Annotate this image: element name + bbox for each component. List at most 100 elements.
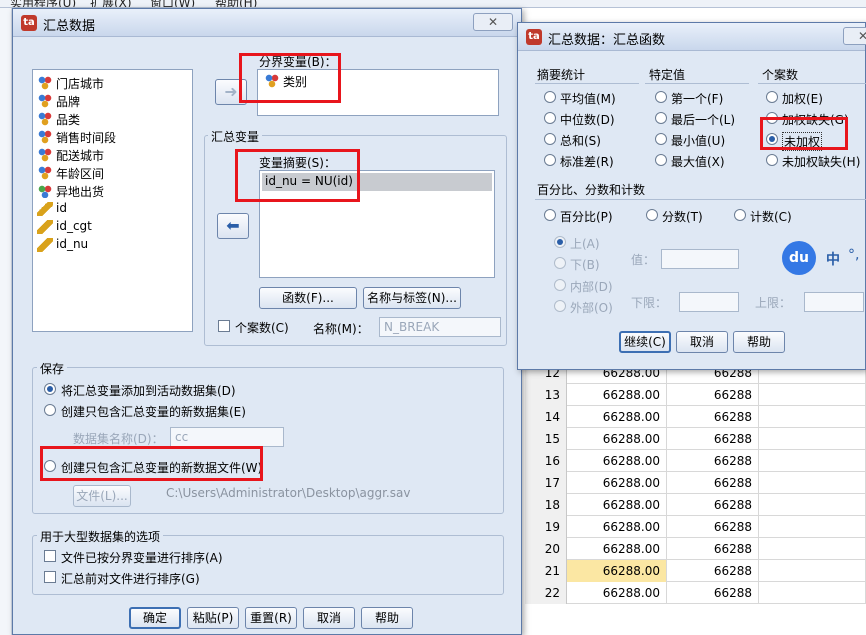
table-row[interactable]: 17 66288.00 66288 [525, 472, 866, 494]
inside-radio[interactable] [554, 279, 566, 291]
menu-item-window[interactable]: 窗口(W) [150, 0, 195, 7]
table-cell[interactable] [759, 384, 866, 406]
table-cell[interactable]: 66288.00 [567, 582, 667, 604]
table-cell[interactable]: 66288 [667, 450, 759, 472]
table-row[interactable]: 20 66288.00 66288 [525, 538, 866, 560]
ime-mode-text[interactable]: 中 [826, 249, 840, 269]
minimum-radio[interactable] [655, 133, 667, 145]
row-number[interactable]: 17 [525, 472, 567, 494]
row-number[interactable]: 15 [525, 428, 567, 450]
counts-radio[interactable] [734, 209, 746, 221]
table-row[interactable]: 16 66288.00 66288 [525, 450, 866, 472]
table-cell[interactable] [759, 428, 866, 450]
list-item[interactable]: 品牌 [35, 92, 185, 110]
function-cancel-button[interactable]: 取消 [676, 331, 728, 353]
list-item[interactable]: id [35, 200, 185, 218]
table-cell[interactable]: 66288.00 [567, 560, 667, 582]
outside-radio[interactable] [554, 300, 566, 312]
table-cell[interactable]: 66288 [667, 406, 759, 428]
table-cell[interactable]: 66288 [667, 494, 759, 516]
table-cell[interactable] [759, 450, 866, 472]
table-row[interactable]: 18 66288.00 66288 [525, 494, 866, 516]
table-cell[interactable] [759, 472, 866, 494]
list-item[interactable]: 门店城市 [35, 74, 185, 92]
source-variable-list[interactable]: 门店城市 品牌 品类 销售时间段 配送城市 年龄区间 异地出货 id id_cgt id_nu [32, 69, 193, 332]
continue-button[interactable]: 继续(C) [619, 331, 671, 353]
cancel-button[interactable]: 取消 [303, 607, 355, 629]
table-cell[interactable]: 66288.00 [567, 428, 667, 450]
table-cell[interactable]: 66288 [667, 582, 759, 604]
table-cell[interactable]: 66288.00 [567, 516, 667, 538]
table-cell[interactable] [759, 538, 866, 560]
table-row[interactable]: 22 66288.00 66288 [525, 582, 866, 604]
save-new-dataset-radio[interactable] [44, 404, 56, 416]
table-cell[interactable]: 66288 [667, 538, 759, 560]
list-item[interactable]: 异地出货 [35, 182, 185, 200]
row-number[interactable]: 13 [525, 384, 567, 406]
value-input[interactable] [661, 249, 739, 269]
dataset-name-input[interactable]: cc [170, 427, 284, 447]
save-add-to-active-radio[interactable] [44, 383, 56, 395]
weighted-radio[interactable] [766, 91, 778, 103]
list-item[interactable]: id_cgt [35, 218, 185, 236]
table-cell[interactable] [759, 582, 866, 604]
unweighted-missing-radio[interactable] [766, 154, 778, 166]
row-number[interactable]: 19 [525, 516, 567, 538]
table-cell[interactable]: 66288 [667, 384, 759, 406]
table-cell[interactable]: 66288 [667, 560, 759, 582]
table-row[interactable]: 13 66288.00 66288 [525, 384, 866, 406]
median-radio[interactable] [544, 112, 556, 124]
table-cell[interactable]: 66288.00 [567, 384, 667, 406]
table-row[interactable]: 14 66288.00 66288 [525, 406, 866, 428]
file-sorted-checkbox[interactable] [44, 550, 56, 562]
help-button[interactable]: 帮助 [361, 607, 413, 629]
row-number[interactable]: 18 [525, 494, 567, 516]
table-cell[interactable]: 66288.00 [567, 494, 667, 516]
last-radio[interactable] [655, 112, 667, 124]
sum-radio[interactable] [544, 133, 556, 145]
number-of-cases-checkbox[interactable] [218, 320, 230, 332]
table-cell[interactable] [759, 516, 866, 538]
row-number[interactable]: 21 [525, 560, 567, 582]
file-button[interactable]: 文件(L)... [73, 485, 131, 507]
below-radio[interactable] [554, 257, 566, 269]
reset-button[interactable]: 重置(R) [245, 607, 297, 629]
table-cell[interactable]: 66288 [667, 428, 759, 450]
function-button[interactable]: 函数(F)... [259, 287, 357, 309]
row-number[interactable]: 16 [525, 450, 567, 472]
table-cell[interactable]: 66288 [667, 472, 759, 494]
percentages-radio[interactable] [544, 209, 556, 221]
close-button[interactable]: ✕ [473, 13, 513, 31]
menu-item-help[interactable]: 帮助(H) [215, 0, 257, 7]
ime-punct-text[interactable]: °, [848, 247, 859, 263]
table-cell[interactable]: 66288 [667, 516, 759, 538]
table-cell[interactable]: 66288.00 [567, 450, 667, 472]
table-cell[interactable] [759, 560, 866, 582]
move-to-summaries-arrow-button[interactable]: ⬅ [217, 213, 249, 239]
table-cell[interactable] [759, 406, 866, 428]
sort-before-aggregate-checkbox[interactable] [44, 571, 56, 583]
table-row[interactable]: 19 66288.00 66288 [525, 516, 866, 538]
baidu-ime-icon[interactable]: du [782, 241, 816, 275]
table-cell[interactable] [759, 494, 866, 516]
list-item[interactable]: 年龄区间 [35, 164, 185, 182]
table-cell[interactable]: 66288.00 [567, 406, 667, 428]
function-help-button[interactable]: 帮助 [733, 331, 785, 353]
table-cell[interactable]: 66288.00 [567, 472, 667, 494]
first-radio[interactable] [655, 91, 667, 103]
row-number[interactable]: 20 [525, 538, 567, 560]
function-close-button[interactable]: ✕ [843, 27, 866, 45]
row-number[interactable]: 14 [525, 406, 567, 428]
row-number[interactable]: 22 [525, 582, 567, 604]
fractions-radio[interactable] [646, 209, 658, 221]
table-cell[interactable]: 66288.00 [567, 538, 667, 560]
list-item[interactable]: 销售时间段 [35, 128, 185, 146]
menu-item-extensions[interactable]: 扩展(X) [90, 0, 132, 7]
ok-button[interactable]: 确定 [129, 607, 181, 629]
name-and-label-button[interactable]: 名称与标签(N)... [363, 287, 461, 309]
paste-button[interactable]: 粘贴(P) [187, 607, 239, 629]
above-radio[interactable] [554, 236, 566, 248]
name-input[interactable]: N_BREAK [379, 317, 501, 337]
menu-item-utilities[interactable]: 实用程序(U) [10, 0, 76, 7]
list-item[interactable]: 配送城市 [35, 146, 185, 164]
